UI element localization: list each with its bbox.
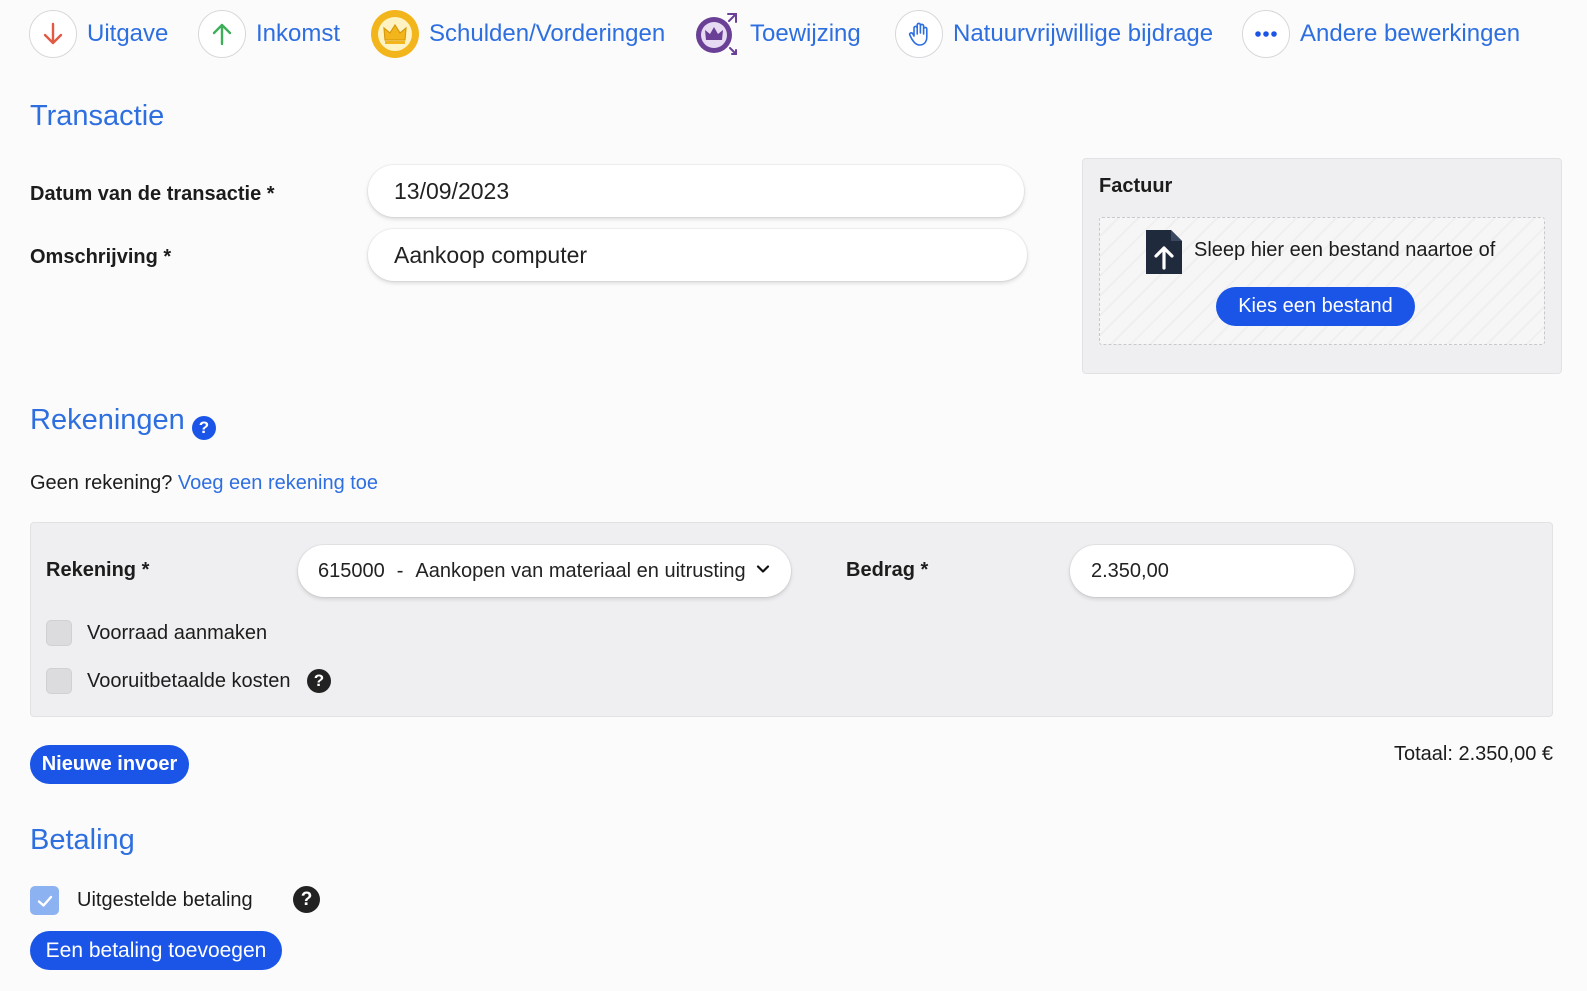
action-andere-bewerkingen[interactable]: Andere bewerkingen [1242, 6, 1520, 62]
add-account-link[interactable]: Voeg een rekening toe [178, 472, 378, 494]
account-code: 615000 [318, 559, 385, 582]
action-toewijzing-label: Toewijzing [750, 20, 861, 47]
action-inkomst-label: Inkomst [256, 20, 341, 47]
account-label: Rekening * [46, 559, 150, 581]
chevron-down-icon [755, 560, 771, 583]
account-separator: - [396, 559, 404, 582]
no-account-row: Geen rekening? Voeg een rekening toe [30, 472, 378, 495]
stock-checkbox[interactable] [46, 620, 72, 646]
description-input[interactable] [368, 229, 1027, 281]
account-name: Aankopen van materiaal en uitrusting [415, 559, 746, 582]
action-natuurvrijwillige-bijdrage[interactable]: Natuurvrijwillige bijdrage [895, 6, 1213, 62]
date-label: Datum van de transactie * [30, 183, 275, 205]
crown-transfer-icon [692, 10, 740, 58]
deferred-payment-checkbox[interactable] [30, 886, 59, 915]
action-bijdrage-label: Natuurvrijwillige bijdrage [953, 20, 1214, 47]
more-dots-icon [1242, 10, 1290, 58]
help-icon[interactable]: ? [293, 886, 320, 913]
action-andere-label: Andere bewerkingen [1300, 20, 1521, 47]
description-label: Omschrijving * [30, 246, 172, 268]
action-inkomst[interactable]: Inkomst [198, 6, 340, 62]
account-entry-panel: Rekening * 615000 - Aankopen van materia… [30, 522, 1553, 717]
section-title-betaling: Betaling [30, 824, 135, 856]
add-payment-button[interactable]: Een betaling toevoegen [30, 931, 282, 970]
invoice-panel: Factuur Sleep hier een bestand naartoe o… [1082, 158, 1562, 374]
prepaid-checkbox-label: Vooruitbetaalde kosten [87, 670, 291, 692]
stock-checkbox-label: Voorraad aanmaken [87, 622, 268, 644]
no-account-text: Geen rekening? [30, 472, 173, 494]
help-icon[interactable]: ? [192, 416, 216, 440]
help-icon[interactable]: ? [307, 669, 331, 693]
amount-input[interactable] [1070, 545, 1354, 597]
action-toewijzing[interactable]: Toewijzing [692, 6, 861, 62]
invoice-title: Factuur [1099, 175, 1173, 197]
crown-icon [371, 10, 419, 58]
amount-label: Bedrag * [846, 559, 929, 581]
account-select[interactable]: 615000 - Aankopen van materiaal en uitru… [298, 545, 791, 597]
prepaid-checkbox[interactable] [46, 668, 72, 694]
date-input[interactable] [368, 165, 1024, 217]
arrow-up-icon [198, 10, 246, 58]
dropzone-text: Sleep hier een bestand naartoe of [1194, 239, 1496, 261]
total-amount: Totaal: 2.350,00 € [1393, 743, 1553, 765]
file-dropzone[interactable]: Sleep hier een bestand naartoe of Kies e… [1099, 217, 1545, 345]
section-title-transactie: Transactie [30, 100, 165, 132]
hand-icon [895, 10, 943, 58]
choose-file-button[interactable]: Kies een bestand [1216, 287, 1415, 326]
action-schulden-label: Schulden/Vorderingen [429, 20, 666, 47]
section-title-rekeningen: Rekeningen [30, 404, 185, 436]
checkmark-icon [37, 895, 52, 907]
action-uitgave-label: Uitgave [87, 20, 169, 47]
action-schulden-vorderingen[interactable]: Schulden/Vorderingen [371, 6, 665, 62]
action-uitgave[interactable]: Uitgave [29, 6, 168, 62]
arrow-down-icon [29, 10, 77, 58]
new-entry-button[interactable]: Nieuwe invoer [30, 745, 189, 784]
deferred-payment-label: Uitgestelde betaling [77, 889, 253, 911]
file-upload-icon [1144, 228, 1184, 281]
